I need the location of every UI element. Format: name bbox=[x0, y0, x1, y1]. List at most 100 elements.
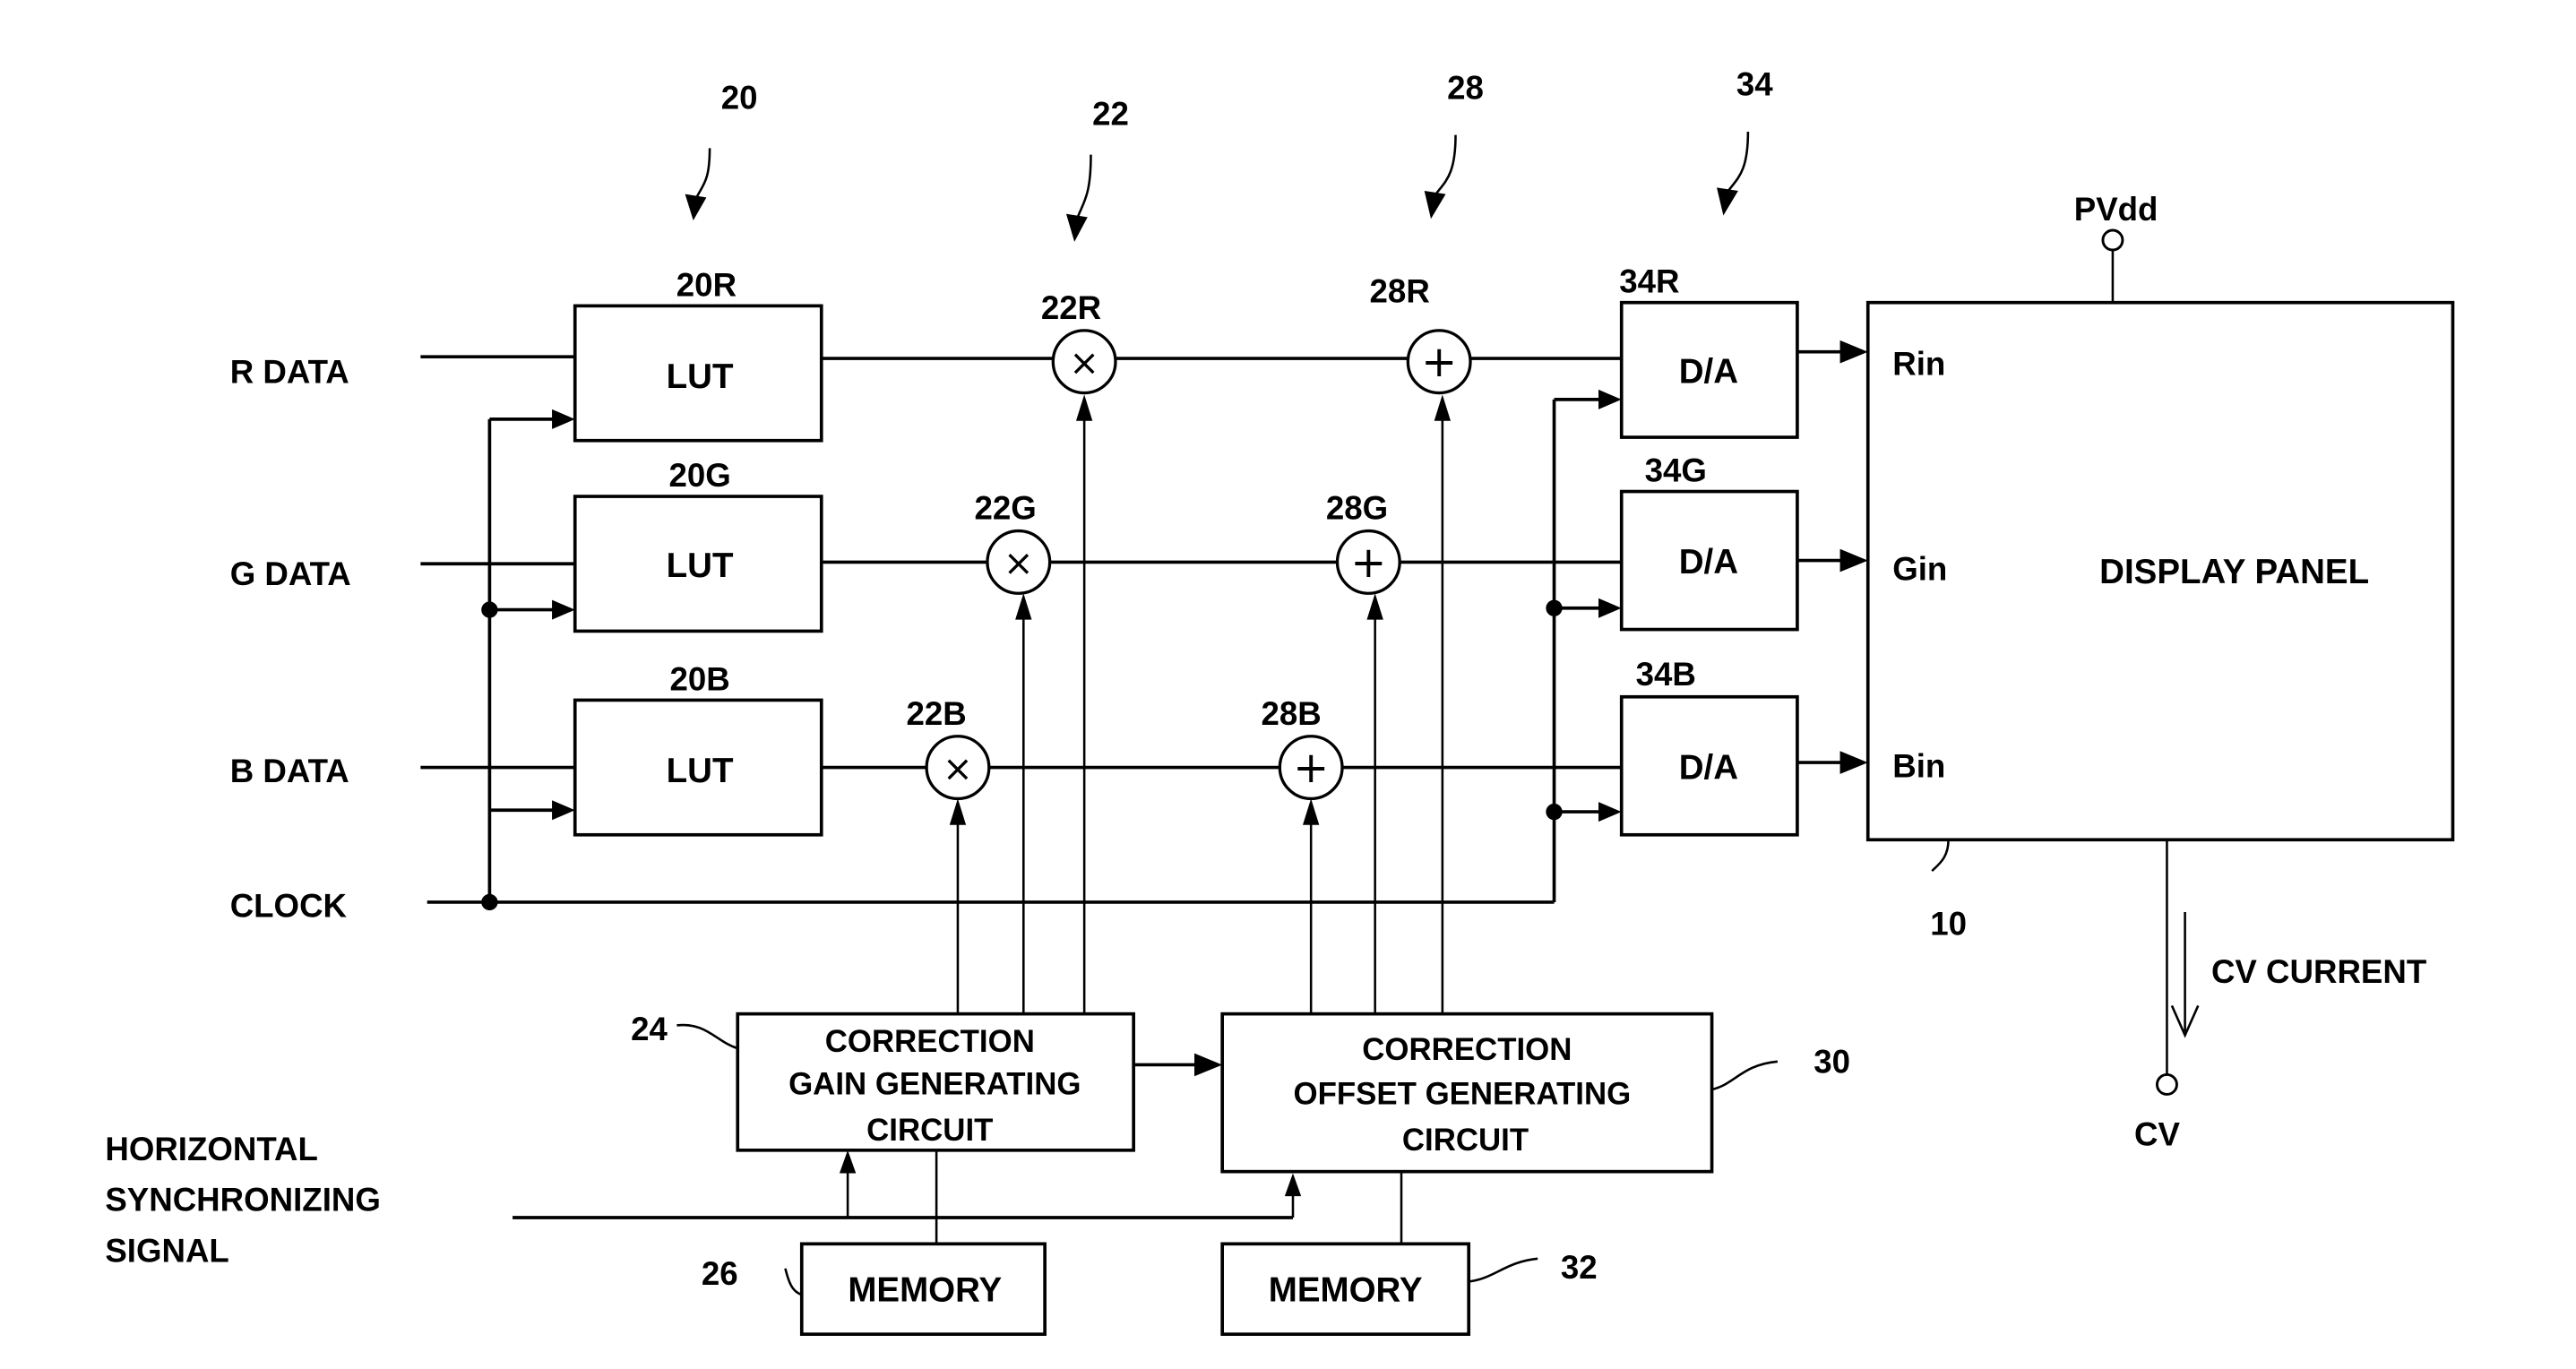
lut-label: LUT bbox=[667, 357, 734, 396]
da-label: D/A bbox=[1679, 748, 1738, 787]
gain-line-1: CORRECTION bbox=[825, 1024, 1035, 1059]
offset-memory: MEMORY 32 bbox=[1220, 1242, 1598, 1337]
group-ref-22: 22 bbox=[1065, 96, 1129, 242]
offset-circuit-ref: 30 bbox=[1814, 1044, 1850, 1081]
memory-label: MEMORY bbox=[848, 1270, 1002, 1309]
pvdd-terminal bbox=[2101, 228, 2124, 252]
ref-label: 28 bbox=[1447, 69, 1484, 106]
multiplier-ref: 22B bbox=[906, 695, 966, 732]
arrowhead bbox=[685, 194, 707, 221]
hsync-line-2: SYNCHRONIZING bbox=[105, 1182, 381, 1218]
junction-dot bbox=[1546, 803, 1563, 821]
arrowhead bbox=[552, 409, 575, 429]
offset-line-2: OFFSET GENERATING bbox=[1294, 1076, 1632, 1111]
input-label-r-data: R DATA bbox=[230, 354, 349, 391]
adder-b: 28B + bbox=[1262, 695, 1344, 801]
arrowhead bbox=[1717, 187, 1738, 216]
plus-icon: + bbox=[1350, 538, 1386, 588]
leader-line bbox=[784, 1268, 803, 1296]
group-ref-20: 20 bbox=[685, 79, 758, 221]
arrowhead bbox=[1303, 798, 1320, 825]
panel-input-rin: Rin bbox=[1892, 345, 1945, 382]
multiplier-g: 22G × bbox=[974, 490, 1052, 595]
panel-input-bin: Bin bbox=[1892, 748, 1945, 785]
gain-memory: MEMORY 26 bbox=[702, 1242, 1047, 1337]
ref-label: 20 bbox=[721, 79, 758, 116]
da-ref: 34R bbox=[1619, 263, 1679, 300]
ref-label: 34 bbox=[1736, 66, 1773, 103]
multiplier-ref: 22R bbox=[1041, 289, 1101, 326]
offset-line-3: CIRCUIT bbox=[1402, 1123, 1529, 1158]
memory-label: MEMORY bbox=[1269, 1270, 1423, 1309]
arrowhead bbox=[1434, 394, 1452, 421]
group-ref-28: 28 bbox=[1424, 69, 1484, 220]
da-ref: 34G bbox=[1645, 452, 1707, 489]
arrowhead bbox=[949, 798, 967, 825]
da-label: D/A bbox=[1679, 543, 1738, 581]
leader-line bbox=[1076, 154, 1092, 218]
lut-label: LUT bbox=[667, 547, 734, 585]
leader-line bbox=[1931, 839, 1950, 873]
lut-b: 20B LUT bbox=[573, 660, 823, 837]
cv-current-label: CV CURRENT bbox=[2211, 953, 2426, 990]
multiply-icon: × bbox=[1004, 542, 1034, 584]
panel-ref: 10 bbox=[1930, 906, 1967, 943]
leader-line bbox=[1469, 1257, 1538, 1283]
arrowhead bbox=[1839, 340, 1868, 364]
lut-ref: 20B bbox=[669, 660, 729, 697]
multiply-icon: × bbox=[1069, 341, 1099, 383]
lut-r: 20R LUT bbox=[573, 266, 823, 443]
lut-g: 20G LUT bbox=[573, 457, 823, 633]
gain-line-3: CIRCUIT bbox=[866, 1113, 993, 1148]
pvdd-label: PVdd bbox=[2074, 191, 2158, 228]
leader-line bbox=[676, 1023, 738, 1050]
arrowhead bbox=[1598, 598, 1622, 618]
multiplier-ref: 22G bbox=[974, 490, 1036, 527]
display-panel-label: DISPLAY PANEL bbox=[2099, 553, 2369, 591]
adder-g: 28G + bbox=[1326, 490, 1401, 595]
adder-r: 28R + bbox=[1370, 273, 1472, 395]
junction-dot bbox=[1546, 599, 1563, 616]
da-converter-g: 34G D/A bbox=[1619, 452, 1799, 632]
plus-icon: + bbox=[1421, 338, 1457, 387]
ref-label: 22 bbox=[1092, 96, 1129, 133]
arrowhead bbox=[1598, 802, 1622, 822]
arrowhead bbox=[1598, 389, 1622, 409]
junction-dot bbox=[481, 893, 498, 911]
arrowhead bbox=[552, 599, 575, 620]
block-diagram: 20 22 28 34 R DATA G DATA B DATA CLOCK H… bbox=[105, 66, 2455, 1337]
display-panel: Rin Gin Bin DISPLAY PANEL bbox=[1865, 300, 2455, 842]
da-converter-b: 34B D/A bbox=[1619, 656, 1799, 837]
arrowhead bbox=[1839, 751, 1868, 774]
arrowhead bbox=[1366, 593, 1383, 620]
da-ref: 34B bbox=[1636, 656, 1696, 693]
plus-icon: + bbox=[1293, 744, 1329, 793]
offset-line-1: CORRECTION bbox=[1362, 1032, 1572, 1067]
input-label-g-data: G DATA bbox=[230, 555, 351, 592]
input-label-b-data: B DATA bbox=[230, 753, 349, 789]
lut-ref: 20G bbox=[668, 457, 730, 494]
gain-circuit: CORRECTION GAIN GENERATING CIRCUIT 24 bbox=[631, 1011, 1135, 1152]
lut-label: LUT bbox=[667, 752, 734, 790]
hsync-line-1: HORIZONTAL bbox=[105, 1131, 318, 1167]
offset-circuit: CORRECTION OFFSET GENERATING CIRCUIT 30 bbox=[1220, 1012, 1850, 1174]
arrowhead bbox=[1424, 191, 1446, 220]
panel-input-gin: Gin bbox=[1892, 551, 1947, 588]
offset-memory-ref: 32 bbox=[1561, 1249, 1598, 1286]
group-ref-34: 34 bbox=[1717, 66, 1773, 216]
adder-ref: 28R bbox=[1370, 273, 1430, 310]
da-converter-r: 34R D/A bbox=[1619, 263, 1799, 439]
cv-terminal bbox=[2155, 1073, 2178, 1096]
leader-line bbox=[695, 148, 711, 198]
arrowhead bbox=[839, 1149, 857, 1174]
arrowhead bbox=[1015, 593, 1032, 620]
arrowhead bbox=[1193, 1053, 1223, 1077]
gain-memory-ref: 26 bbox=[702, 1255, 738, 1292]
leader-line bbox=[1727, 132, 1750, 192]
arrowhead bbox=[1075, 394, 1093, 421]
leader-line bbox=[1711, 1060, 1779, 1091]
arrowhead bbox=[1839, 548, 1868, 573]
gain-line-2: GAIN GENERATING bbox=[788, 1066, 1081, 1101]
multiplier-b: 22B × bbox=[906, 695, 991, 801]
input-label-hsync: HORIZONTAL SYNCHRONIZING SIGNAL bbox=[105, 1131, 381, 1270]
